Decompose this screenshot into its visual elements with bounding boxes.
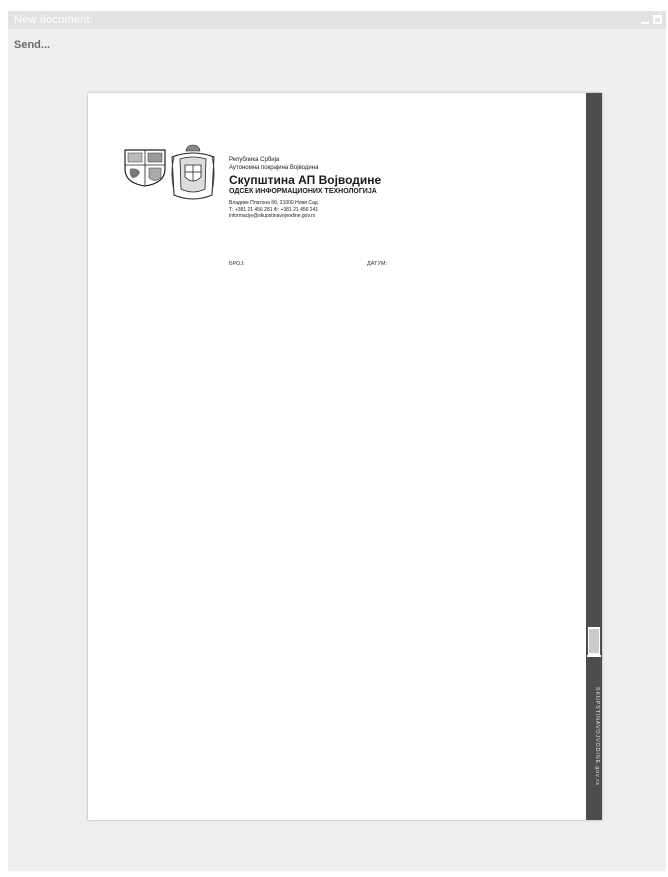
document-page: Република Србија Аутономна покрајина Вој… xyxy=(88,93,602,820)
minimize-button[interactable] xyxy=(641,13,649,25)
side-strip: SKUPSTINAVOJVODINE.gov.rs xyxy=(586,93,602,820)
assembly-building-icon xyxy=(587,627,601,657)
broj-label: БРОЈ: xyxy=(229,261,245,267)
letterhead-text: Република Србија Аутономна покрајина Вој… xyxy=(229,156,381,220)
vojvodina-coat-of-arms-icon xyxy=(124,149,166,187)
website-text: SKUPSTINAVOJVODINE.gov.rs xyxy=(594,687,600,786)
organization-name: Скупштина АП Војводине xyxy=(229,173,382,187)
department-name: ОДСЕК ИНФОРМАЦИОНИХ ТЕХНОЛОГИЈА xyxy=(229,188,377,195)
document-window: New document: Send... Република Србија А… xyxy=(8,11,666,871)
maximize-button[interactable] xyxy=(653,15,662,24)
datum-label: ДАТУМ: xyxy=(367,261,387,267)
serbia-coat-of-arms-icon xyxy=(171,144,215,200)
send-button[interactable]: Send... xyxy=(14,39,50,51)
email-line: informacije@skupstinavojvodine.gov.rs xyxy=(229,213,316,219)
title-bar: New document: xyxy=(8,11,666,29)
window-title: New document: xyxy=(14,14,94,26)
republic-line: Република Србија xyxy=(229,157,280,163)
province-line: Аутономна покрајина Војводина xyxy=(229,165,319,171)
window-controls xyxy=(641,13,662,25)
